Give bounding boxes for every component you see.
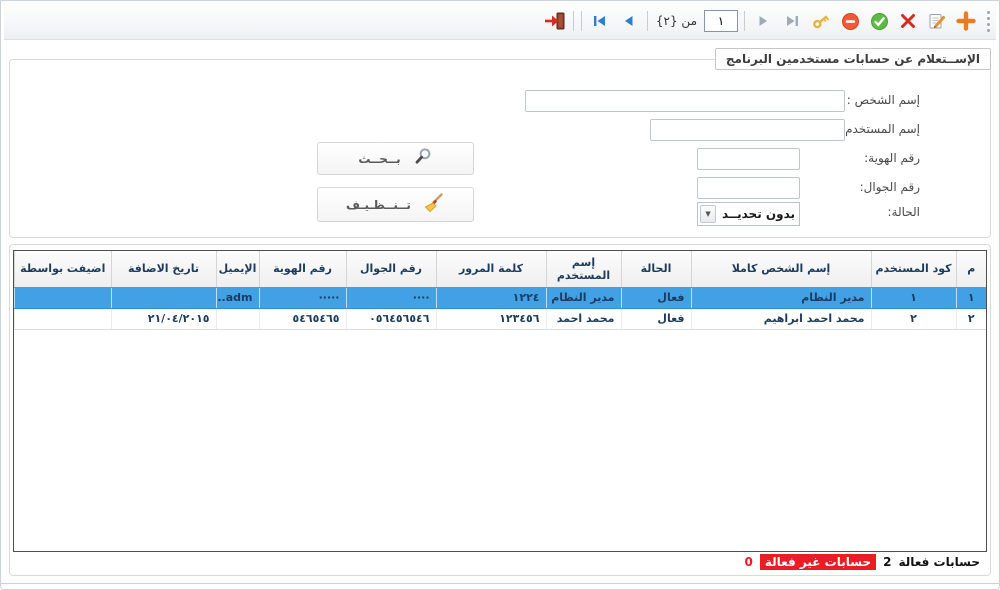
key-icon[interactable]: [809, 8, 833, 34]
table-cell[interactable]: ·····: [259, 287, 346, 308]
toolbar-separator: [581, 11, 582, 31]
toolbar-separator: [744, 11, 745, 31]
table-row[interactable]: ٢٢محمد احمد ابراهيمفعالمحمد احمد١٢٣٤٥٦٠٥…: [15, 308, 987, 329]
toolbar: من {٢}: [4, 3, 996, 40]
id-number-input[interactable]: [697, 148, 800, 170]
person-name-label: إسم الشخص :: [847, 93, 920, 107]
toolbar-separator: [647, 11, 648, 31]
search-panel: الإســتعلام عن حسابات مستخدمين البرنامج …: [9, 59, 991, 238]
id-number-label: رقم الهوية:: [864, 151, 920, 165]
table-cell[interactable]: ····: [346, 287, 436, 308]
column-header[interactable]: كود المستخدم: [871, 251, 956, 287]
table-cell[interactable]: [15, 308, 112, 329]
column-header[interactable]: تاريخ الاضافة: [111, 251, 216, 287]
column-header[interactable]: اضيفت بواسطة: [15, 251, 112, 287]
move-first-icon[interactable]: [588, 8, 612, 34]
search-icon: [413, 147, 433, 170]
activate-icon[interactable]: [867, 8, 891, 34]
clean-button[interactable]: تــنــظـيـف: [317, 187, 474, 222]
table-cell[interactable]: ١: [871, 287, 956, 308]
broom-icon: [423, 192, 445, 217]
users-table: مكود المستخدمإسم الشخص كاملاالحالةإسم ال…: [13, 250, 987, 552]
column-header[interactable]: الحالة: [621, 251, 691, 287]
active-accounts-count: 2: [883, 555, 891, 569]
table-cell[interactable]: ٢: [871, 308, 956, 329]
table-cell[interactable]: ١٢٣٤٥٦: [436, 308, 546, 329]
window-bottom-edge: [1, 583, 999, 584]
search-button-label: بــحــث: [358, 152, 400, 166]
username-label: إسم المستخدم:: [841, 122, 920, 136]
table-cell[interactable]: ٢: [956, 308, 986, 329]
column-header[interactable]: كلمة المرور: [436, 251, 546, 287]
table-cell[interactable]: ٢١/٠٤/٢٠١٥: [111, 308, 216, 329]
record-number-input[interactable]: [704, 10, 738, 32]
move-last-icon[interactable]: [780, 8, 804, 34]
inactive-accounts-badge: حسابات غير فعالة: [760, 554, 876, 570]
table-cell[interactable]: محمد احمد: [546, 308, 621, 329]
table-cell[interactable]: ١: [956, 287, 986, 308]
clean-button-label: تــنــظـيـف: [346, 198, 411, 212]
username-input[interactable]: [650, 119, 845, 141]
table-cell[interactable]: [111, 287, 216, 308]
column-header[interactable]: إسم المستخدم: [546, 251, 621, 287]
table-cell[interactable]: ٥٤٦٥٤٦٥: [259, 308, 346, 329]
app-window: من {٢}: [0, 0, 1000, 590]
status-dropdown[interactable]: بدون تحديــد ▼: [697, 202, 800, 226]
edit-icon[interactable]: [925, 8, 949, 34]
mobile-number-input[interactable]: [697, 177, 800, 199]
delete-icon[interactable]: [896, 8, 920, 34]
move-previous-icon[interactable]: [617, 8, 641, 34]
table-cell[interactable]: مدير النظام: [691, 287, 871, 308]
move-next-icon[interactable]: [751, 8, 775, 34]
status-label: الحالة:: [887, 205, 920, 219]
panel-title: الإســتعلام عن حسابات مستخدمين البرنامج: [715, 48, 991, 70]
column-header[interactable]: م: [956, 251, 986, 287]
table-cell[interactable]: مدير النظام: [546, 287, 621, 308]
person-name-input[interactable]: [525, 90, 845, 112]
table-cell[interactable]: ٠٥٦٤٥٦٥٤٦: [346, 308, 436, 329]
results-panel: مكود المستخدمإسم الشخص كاملاالحالةإسم ال…: [9, 244, 991, 576]
toolbar-separator: [573, 11, 574, 31]
column-header[interactable]: رقم الجوال: [346, 251, 436, 287]
table-cell[interactable]: محمد احمد ابراهيم: [691, 308, 871, 329]
column-header[interactable]: رقم الهوية: [259, 251, 346, 287]
mobile-number-label: رقم الجوال:: [860, 180, 920, 194]
table-cell[interactable]: فعال: [621, 287, 691, 308]
add-icon[interactable]: [954, 8, 978, 34]
table-header-row: مكود المستخدمإسم الشخص كاملاالحالةإسم ال…: [15, 251, 987, 287]
record-count-label: من {٢}: [656, 14, 697, 28]
exit-icon[interactable]: [543, 8, 567, 34]
table-cell[interactable]: [15, 287, 112, 308]
status-bar: حسابات فعالة 2 حسابات غير فعالة 0: [744, 554, 980, 570]
table-cell[interactable]: [216, 308, 259, 329]
deactivate-icon[interactable]: [838, 8, 862, 34]
chevron-down-icon[interactable]: ▼: [700, 205, 716, 223]
column-header[interactable]: الإيميل: [216, 251, 259, 287]
search-button[interactable]: بــحــث: [317, 142, 474, 175]
toolbar-grip[interactable]: [987, 11, 990, 32]
column-header[interactable]: إسم الشخص كاملا: [691, 251, 871, 287]
table-cell[interactable]: فعال: [621, 308, 691, 329]
table-cell[interactable]: adm...: [216, 287, 259, 308]
table-row[interactable]: ١١مدير النظامفعالمدير النظام١٢٢٤········…: [15, 287, 987, 308]
table-cell[interactable]: ١٢٢٤: [436, 287, 546, 308]
status-dropdown-value: بدون تحديــد: [718, 207, 799, 221]
active-accounts-label: حسابات فعالة: [898, 555, 980, 569]
inactive-accounts-count: 0: [744, 555, 752, 569]
